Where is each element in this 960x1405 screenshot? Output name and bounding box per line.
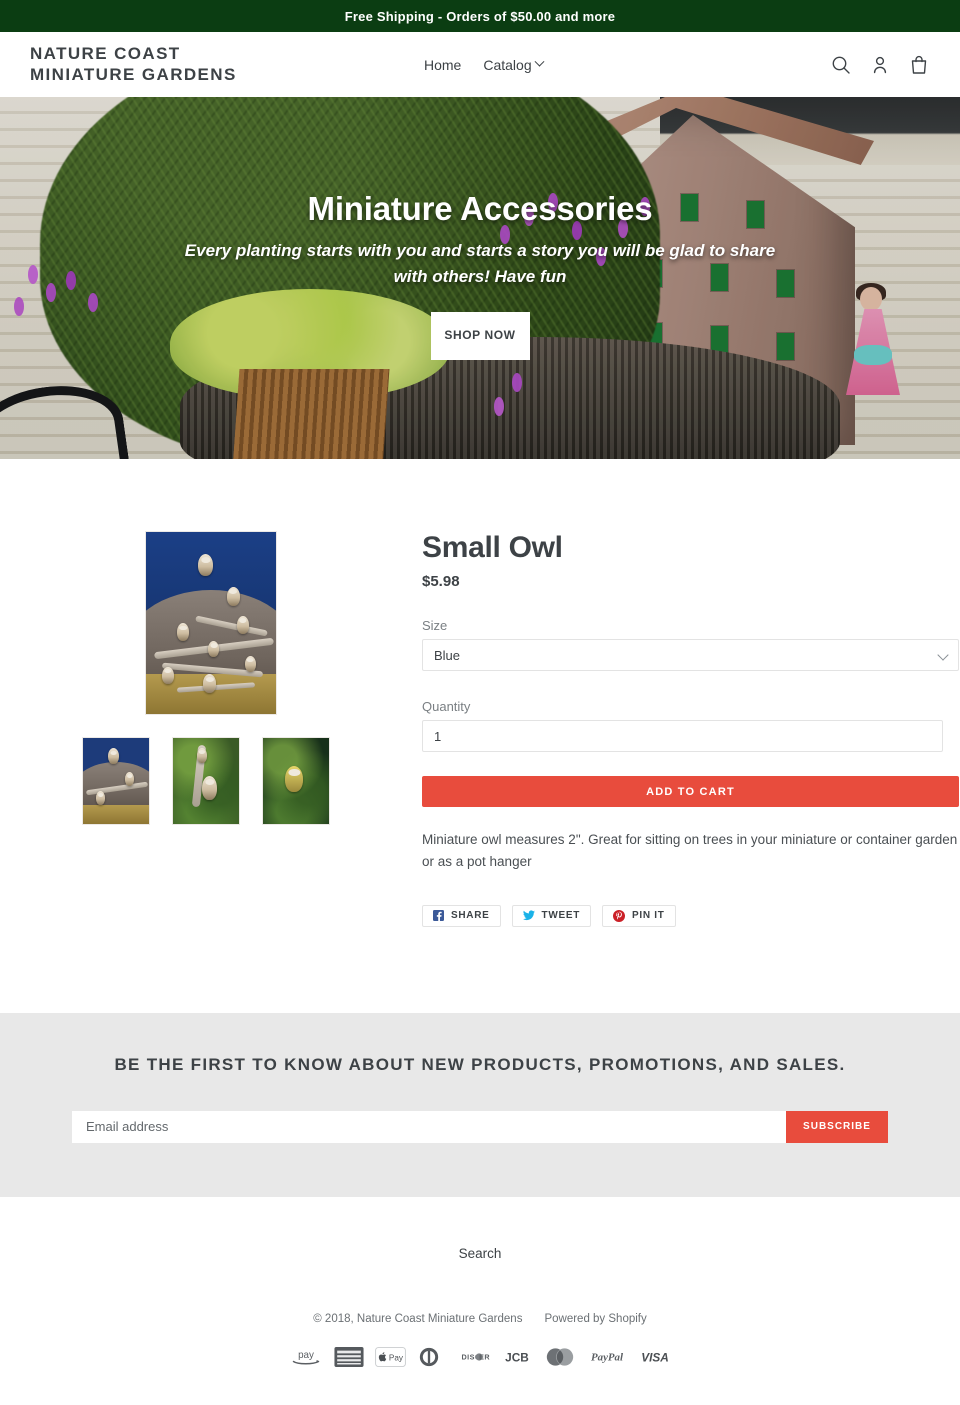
jcb-icon: JCB [501, 1347, 533, 1367]
social-share-row: SHARE TWEET PIN IT [422, 904, 959, 927]
product-info-column: Small Owl $5.98 Size Blue Quantity ADD T… [350, 531, 959, 927]
visa-icon: VISA [638, 1347, 672, 1367]
newsletter-section: BE THE FIRST TO KNOW ABOUT NEW PRODUCTS,… [0, 1012, 960, 1197]
apple-pay-icon: Pay [374, 1346, 406, 1367]
quantity-input[interactable] [422, 720, 943, 752]
nav-item-catalog[interactable]: Catalog [483, 56, 545, 73]
svg-text:Pay: Pay [388, 1353, 403, 1362]
site-logo[interactable]: Nature Coast Miniature Gardens [30, 44, 237, 85]
facebook-icon [433, 910, 444, 922]
powered-by-shopify-link[interactable]: Powered by Shopify [544, 1313, 646, 1325]
pinterest-icon [613, 909, 626, 922]
hero-subtitle: Every planting starts with you and start… [184, 241, 776, 286]
svg-text:PayPal: PayPal [590, 1351, 623, 1363]
share-twitter-label: TWEET [541, 910, 581, 922]
newsletter-form: SUBSCRIBE [72, 1110, 888, 1143]
size-select-wrapper: Blue [422, 639, 959, 671]
shop-now-button[interactable]: SHOP NOW [430, 311, 530, 360]
american-express-icon [333, 1346, 364, 1367]
product-thumbnail[interactable] [172, 737, 240, 825]
site-header: Nature Coast Miniature Gardens Home Cata… [0, 32, 960, 97]
search-icon[interactable] [830, 54, 852, 76]
twitter-icon [522, 910, 535, 921]
chevron-down-icon [534, 56, 545, 67]
share-twitter-button[interactable]: TWEET [511, 904, 592, 927]
discover-icon: DISC ER [452, 1347, 490, 1367]
add-to-cart-button[interactable]: ADD TO CART [422, 776, 959, 807]
master-icon [544, 1347, 576, 1367]
footer-copyright: © 2018, Nature Coast Miniature Gardens [313, 1312, 523, 1325]
share-pinterest-button[interactable]: PIN IT [602, 904, 676, 927]
share-pinterest-label: PIN IT [632, 910, 665, 922]
nav-item-home-label: Home [424, 56, 462, 73]
payment-icon-row: pay Pay DISC ER JCB PayPal VISA [0, 1346, 960, 1367]
product-thumbnail-list [72, 737, 350, 825]
product-main-image[interactable] [145, 531, 277, 715]
product-price: $5.98 [422, 573, 460, 590]
product-description: Miniature owl measures 2". Great for sit… [422, 832, 958, 869]
svg-text:VISA: VISA [641, 1350, 669, 1364]
svg-text:pay: pay [298, 1350, 314, 1361]
share-facebook-label: SHARE [451, 910, 490, 922]
size-select[interactable]: Blue [422, 639, 959, 671]
svg-text:ER: ER [479, 1352, 490, 1361]
newsletter-title: BE THE FIRST TO KNOW ABOUT NEW PRODUCTS,… [114, 1054, 846, 1074]
size-label: Size [422, 618, 448, 633]
product-title: Small Owl [422, 531, 563, 564]
product-media-column [72, 531, 350, 927]
main-navigation: Home Catalog [424, 56, 545, 73]
nav-item-catalog-label: Catalog [483, 56, 532, 73]
product-thumbnail[interactable] [262, 737, 330, 825]
product-thumbnail[interactable] [82, 737, 150, 825]
site-footer: Search © 2018, Nature Coast Miniature Ga… [0, 1196, 960, 1405]
diners-club-icon [417, 1347, 441, 1367]
header-icon-group [830, 54, 930, 76]
product-section: Small Owl $5.98 Size Blue Quantity ADD T… [0, 459, 960, 1013]
email-input[interactable] [72, 1110, 786, 1143]
announcement-bar: Free Shipping - Orders of $50.00 and mor… [0, 0, 960, 32]
footer-meta: © 2018, Nature Coast Miniature Gardens P… [0, 1313, 960, 1325]
announcement-text: Free Shipping - Orders of $50.00 and mor… [344, 8, 616, 24]
quantity-label: Quantity [422, 699, 471, 714]
subscribe-button[interactable]: SUBSCRIBE [786, 1110, 888, 1143]
nav-item-home[interactable]: Home [424, 57, 461, 73]
footer-link-search[interactable]: Search [459, 1246, 502, 1261]
hero-title: Miniature Accessories [307, 190, 653, 227]
account-icon[interactable] [869, 54, 891, 76]
share-facebook-button[interactable]: SHARE [422, 904, 501, 927]
hero-banner: Miniature Accessories Every planting sta… [0, 97, 960, 459]
cart-icon[interactable] [908, 54, 930, 76]
paypal-icon: PayPal [587, 1347, 627, 1367]
amazon-pay-icon: pay [289, 1347, 323, 1367]
svg-text:JCB: JCB [505, 1350, 529, 1364]
